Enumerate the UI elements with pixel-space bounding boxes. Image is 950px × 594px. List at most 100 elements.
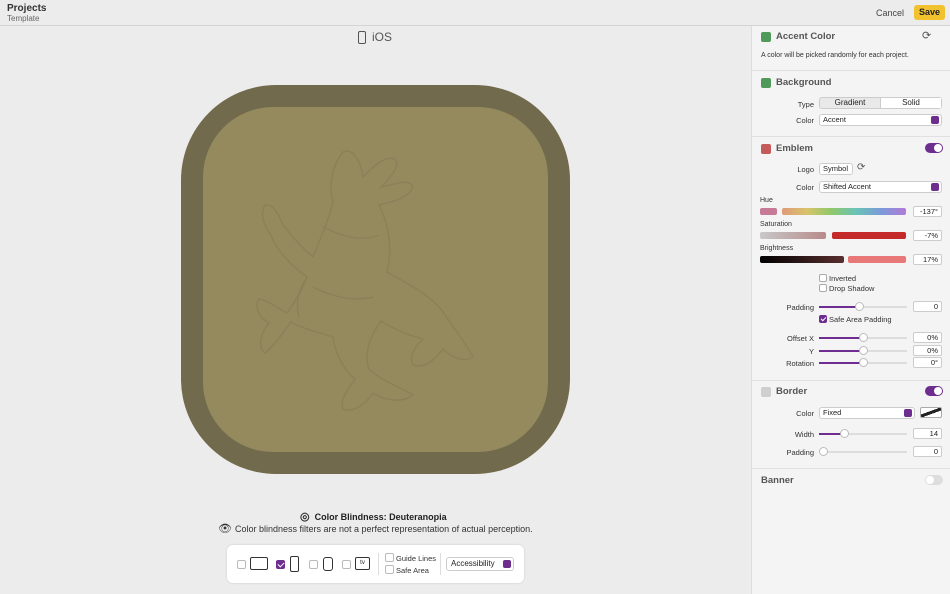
divider bbox=[752, 136, 950, 137]
apple-tv-icon: tv bbox=[355, 557, 370, 570]
background-swatch[interactable] bbox=[761, 77, 771, 88]
watch-checkbox[interactable] bbox=[309, 560, 318, 569]
chevron-updown-icon bbox=[931, 183, 939, 191]
color-blindness-note: 👁 Color blindness filters are not a perf… bbox=[218, 522, 533, 535]
rotation-label: Rotation bbox=[786, 359, 814, 368]
drop-shadow-checkbox[interactable] bbox=[819, 284, 827, 292]
type-gradient-option[interactable]: Gradient bbox=[820, 98, 880, 108]
border-color-value: Fixed bbox=[823, 408, 842, 417]
offset-x-value[interactable]: 0% bbox=[913, 332, 942, 343]
rotation-slider[interactable] bbox=[819, 358, 907, 367]
safe-area-checkbox[interactable] bbox=[385, 565, 394, 574]
bg-color-value: Accent bbox=[823, 115, 846, 124]
border-swatch[interactable] bbox=[761, 386, 771, 397]
color-blindness-note-text: Color blindness filters are not a perfec… bbox=[234, 523, 533, 534]
window-subtitle: Template bbox=[7, 14, 40, 23]
platform-label: iOS bbox=[358, 30, 392, 44]
type-solid-option[interactable]: Solid bbox=[880, 98, 941, 108]
border-width-label: Width bbox=[794, 430, 814, 439]
emblem-header: Emblem bbox=[761, 143, 813, 154]
browser-window-icon bbox=[250, 557, 268, 570]
hue-swatch bbox=[760, 208, 777, 215]
logo-label: Logo bbox=[797, 165, 814, 174]
eye-slash-icon: 👁 bbox=[218, 523, 232, 535]
inverted-checkbox[interactable] bbox=[819, 274, 827, 282]
divider bbox=[752, 70, 950, 71]
border-color-label: Color bbox=[796, 409, 814, 418]
border-color-select[interactable]: Fixed bbox=[819, 407, 915, 419]
safe-area-padding-label: Safe Area Padding bbox=[829, 315, 892, 324]
brightness-swatch bbox=[760, 256, 844, 263]
refresh-icon[interactable]: ⟳ bbox=[857, 162, 865, 173]
chevron-updown-icon bbox=[904, 409, 912, 417]
accent-color-header: Accent Color bbox=[761, 31, 835, 42]
hue-value[interactable]: -137° bbox=[913, 206, 942, 217]
border-toggle[interactable] bbox=[925, 386, 943, 396]
phone-checkbox[interactable] bbox=[276, 560, 285, 569]
emblem-color-label: Color bbox=[796, 183, 814, 192]
frog-emblem-icon bbox=[256, 150, 474, 411]
divider bbox=[752, 380, 950, 381]
padding-slider[interactable] bbox=[819, 302, 907, 311]
window-title: Projects bbox=[7, 3, 47, 14]
bg-color-select[interactable]: Accent bbox=[819, 114, 942, 126]
icon-preview bbox=[203, 107, 548, 452]
apple-tv-checkbox[interactable] bbox=[342, 560, 351, 569]
divider bbox=[440, 553, 441, 575]
hue-slider[interactable] bbox=[782, 208, 906, 215]
border-padding-slider[interactable] bbox=[819, 447, 907, 456]
accent-swatch[interactable] bbox=[761, 31, 771, 42]
brightness-value[interactable]: 17% bbox=[913, 254, 942, 265]
banner-toggle[interactable] bbox=[925, 475, 943, 485]
emblem-title: Emblem bbox=[776, 143, 813, 154]
browser-window-checkbox[interactable] bbox=[237, 560, 246, 569]
saturation-swatch bbox=[760, 232, 826, 239]
cancel-button[interactable]: Cancel bbox=[870, 5, 910, 21]
emblem-color-select[interactable]: Shifted Accent bbox=[819, 181, 942, 193]
border-padding-value[interactable]: 0 bbox=[913, 446, 942, 457]
background-title: Background bbox=[776, 77, 832, 88]
offset-x-slider[interactable] bbox=[819, 333, 907, 342]
banner-title: Banner bbox=[761, 475, 794, 486]
chevron-updown-icon bbox=[503, 560, 511, 568]
color-blindness-title-text: Color Blindness: Deuteranopia bbox=[314, 511, 447, 522]
border-color-well[interactable] bbox=[920, 407, 942, 418]
type-segmented-control[interactable]: Gradient Solid bbox=[819, 97, 942, 109]
background-header: Background bbox=[761, 77, 831, 88]
padding-label: Padding bbox=[786, 303, 814, 312]
type-label: Type bbox=[797, 100, 814, 109]
rotation-value[interactable]: 0° bbox=[913, 357, 942, 368]
watch-icon bbox=[323, 557, 333, 571]
mode-select[interactable]: Accessibility bbox=[446, 557, 514, 571]
brightness-label: Brightness bbox=[760, 245, 794, 252]
border-width-value[interactable]: 14 bbox=[913, 428, 942, 439]
saturation-slider[interactable] bbox=[832, 232, 906, 239]
saturation-value[interactable]: -7% bbox=[913, 230, 942, 241]
offset-y-value[interactable]: 0% bbox=[913, 345, 942, 356]
border-padding-label: Padding bbox=[786, 448, 814, 457]
saturation-label: Saturation bbox=[760, 221, 792, 228]
border-width-slider[interactable] bbox=[819, 429, 907, 438]
phone-icon bbox=[358, 30, 366, 44]
offset-y-slider[interactable] bbox=[819, 346, 907, 355]
guide-lines-checkbox[interactable] bbox=[385, 553, 394, 562]
inverted-label: Inverted bbox=[829, 274, 857, 283]
mode-select-value: Accessibility bbox=[451, 559, 495, 568]
border-title: Border bbox=[776, 386, 808, 397]
bg-color-label: Color bbox=[796, 116, 814, 125]
emblem-swatch[interactable] bbox=[761, 143, 771, 154]
brightness-slider[interactable] bbox=[848, 256, 906, 263]
padding-value[interactable]: 0 bbox=[913, 301, 942, 312]
offset-x-label: Offset X bbox=[787, 334, 814, 343]
save-button[interactable]: Save bbox=[914, 5, 945, 20]
accent-title: Accent Color bbox=[776, 31, 836, 42]
offset-y-label: Y bbox=[808, 347, 814, 356]
safe-area-padding-checkbox[interactable] bbox=[819, 315, 827, 323]
title-bar: Projects Template Cancel Save bbox=[0, 0, 950, 26]
refresh-icon[interactable]: ⟳ bbox=[922, 29, 931, 42]
phone-icon bbox=[290, 556, 299, 572]
logo-select[interactable]: Symbol bbox=[819, 163, 853, 175]
divider bbox=[752, 468, 950, 469]
emblem-toggle[interactable] bbox=[925, 143, 943, 153]
chevron-updown-icon bbox=[931, 116, 939, 124]
